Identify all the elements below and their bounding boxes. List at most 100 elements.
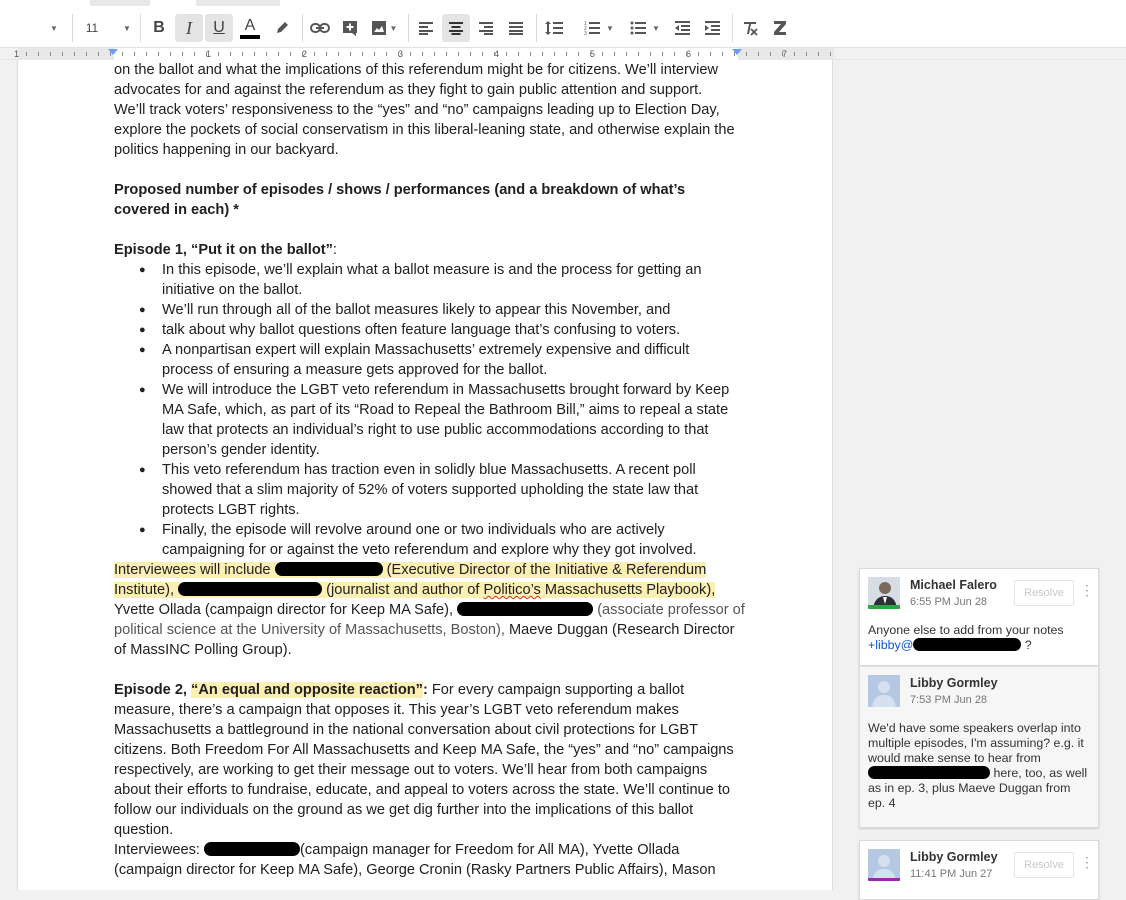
episode-1-bullet-list: In this episode, we’ll explain what a ba…: [114, 260, 754, 560]
text-color-icon: A: [244, 16, 256, 34]
intro-line: politics happening in our backyard.: [114, 142, 339, 158]
comment-timestamp: 7:53 PM Jun 28: [910, 694, 988, 706]
ruler-tick: [194, 52, 195, 56]
resolve-button[interactable]: Resolve: [1014, 852, 1074, 878]
ruler-tick: [446, 52, 447, 56]
ruler-tick: [290, 52, 291, 56]
ruler-tick: [182, 52, 183, 56]
interviewee-description: (journalist and author of: [322, 582, 484, 598]
episode-1-title: Episode 1, “Put it on the ballot”: [114, 242, 333, 258]
ruler-tick: [62, 52, 63, 56]
avatar: [868, 675, 900, 707]
ruler-tick: [170, 52, 171, 56]
comment-thread[interactable]: Michael Falero 6:55 PM Jun 28 Resolve ⋮ …: [859, 568, 1099, 666]
font-dropdown-caret[interactable]: ▼: [44, 14, 64, 42]
episode-2-body: For every campaign supporting a ballot m…: [114, 682, 734, 838]
resolve-button[interactable]: Resolve: [1014, 580, 1074, 606]
align-right-icon[interactable]: [472, 14, 500, 42]
italic-button[interactable]: I: [175, 14, 203, 42]
ruler-tick: [638, 52, 639, 56]
ruler-tick: [698, 52, 699, 56]
formatting-toolbar: ▼ 11 ▼ B I U A ▼ 123 ▼ ▼: [0, 0, 1126, 48]
ruler-tick: [38, 52, 39, 56]
ruler-tick: [158, 52, 159, 56]
interviewee-description: Massachusetts Playbook),: [540, 582, 716, 598]
comment-author: Libby Gormley: [910, 676, 998, 690]
horizontal-ruler[interactable]: 1 1 2 3 4 5 6 7: [0, 48, 1126, 60]
ruler-tick: [386, 52, 387, 56]
align-justify-icon[interactable]: [502, 14, 530, 42]
ruler-tick: [746, 52, 747, 56]
more-options-icon[interactable]: ⋮: [1080, 583, 1094, 597]
insert-comment-icon[interactable]: [337, 14, 363, 42]
ruler-tick: [338, 52, 339, 56]
ruler-tick: [110, 52, 111, 56]
spellcheck-word[interactable]: Politico’s: [484, 582, 541, 598]
link-icon[interactable]: [306, 14, 334, 42]
redaction-bar: [457, 602, 594, 616]
ruler-tick: [422, 52, 423, 56]
list-item: talk about why ballot questions often fe…: [139, 320, 754, 340]
comment-text: We'd have some speakers overlap into mul…: [868, 721, 1084, 765]
align-left-icon[interactable]: [412, 14, 440, 42]
highlight-color-icon[interactable]: [268, 14, 296, 42]
mention-link[interactable]: +libby@: [868, 638, 913, 652]
line-spacing-icon[interactable]: [540, 14, 568, 42]
ruler-tick: [602, 52, 603, 56]
ruler-tick: [506, 52, 507, 56]
bold-button[interactable]: B: [146, 14, 172, 42]
comment-mention-line: +libby@ ?: [868, 638, 1088, 653]
redaction-bar: [274, 562, 383, 576]
ruler-tick: [398, 52, 399, 56]
decrease-indent-icon[interactable]: [668, 14, 696, 42]
font-size-dropdown-caret[interactable]: ▼: [118, 14, 136, 42]
ruler-tick: [86, 52, 87, 56]
highlighted-text: Interviewees will include (Executive Dir…: [114, 562, 716, 598]
insert-image-icon[interactable]: ▼: [366, 14, 402, 42]
redaction-bar: [178, 582, 323, 596]
redaction-bar: [204, 842, 301, 856]
comment-author: Michael Falero: [910, 578, 997, 592]
ruler-tick: [26, 52, 27, 56]
document-page: on the ballot and what the implications …: [17, 60, 833, 890]
episode-2-title: Episode 2,: [114, 682, 192, 698]
ruler-tick: [710, 52, 711, 56]
comment-thread[interactable]: Libby Gormley 11:41 PM Jun 27 Resolve ⋮: [859, 840, 1099, 900]
ruler-tick: [242, 52, 243, 56]
ruler-tick: [314, 52, 315, 56]
comment-timestamp: 11:41 PM Jun 27: [910, 868, 993, 880]
align-center-icon[interactable]: [442, 14, 470, 42]
numbered-list-icon[interactable]: 123 ▼: [578, 14, 620, 42]
redaction-bar: [868, 766, 990, 779]
intro-line: on the ballot and what the implications …: [114, 62, 719, 78]
text-color-button[interactable]: A: [236, 14, 264, 42]
comment-text: Anyone else to add from your notes: [868, 623, 1064, 637]
ruler-tick: [230, 52, 231, 56]
ruler-tick: [458, 52, 459, 56]
comment-reply[interactable]: Libby Gormley 7:53 PM Jun 28 We'd have s…: [859, 666, 1099, 828]
comment-text: ?: [1021, 638, 1032, 652]
ruler-tick: [662, 52, 663, 56]
intro-line: explore the pockets of social conservati…: [114, 122, 735, 138]
more-options-icon[interactable]: ⋮: [1080, 855, 1094, 869]
ruler-tick: [278, 52, 279, 56]
avatar: [868, 849, 900, 881]
ruler-tick: [302, 52, 303, 56]
increase-indent-icon[interactable]: [698, 14, 726, 42]
text-color-swatch: [240, 34, 260, 39]
font-size-field[interactable]: 11: [80, 14, 104, 42]
clear-formatting-icon[interactable]: [736, 14, 764, 42]
document-body[interactable]: on the ballot and what the implications …: [114, 60, 754, 880]
ruler-tick: [122, 52, 123, 56]
ruler-tick: [734, 52, 735, 56]
interviewees-label: Interviewees will include: [114, 562, 271, 578]
comment-body: We'd have some speakers overlap into mul…: [860, 713, 1098, 821]
underline-button[interactable]: U: [205, 14, 233, 42]
episode-1-heading: Episode 1, “Put it on the ballot”:: [114, 240, 754, 260]
intro-line: advocates for and against the referendum…: [114, 82, 703, 98]
input-tools-icon[interactable]: [766, 14, 794, 42]
ruler-tick: [494, 52, 495, 56]
ruler-tick: [74, 52, 75, 56]
bulleted-list-icon[interactable]: ▼: [624, 14, 666, 42]
ruler-tick: [134, 52, 135, 56]
